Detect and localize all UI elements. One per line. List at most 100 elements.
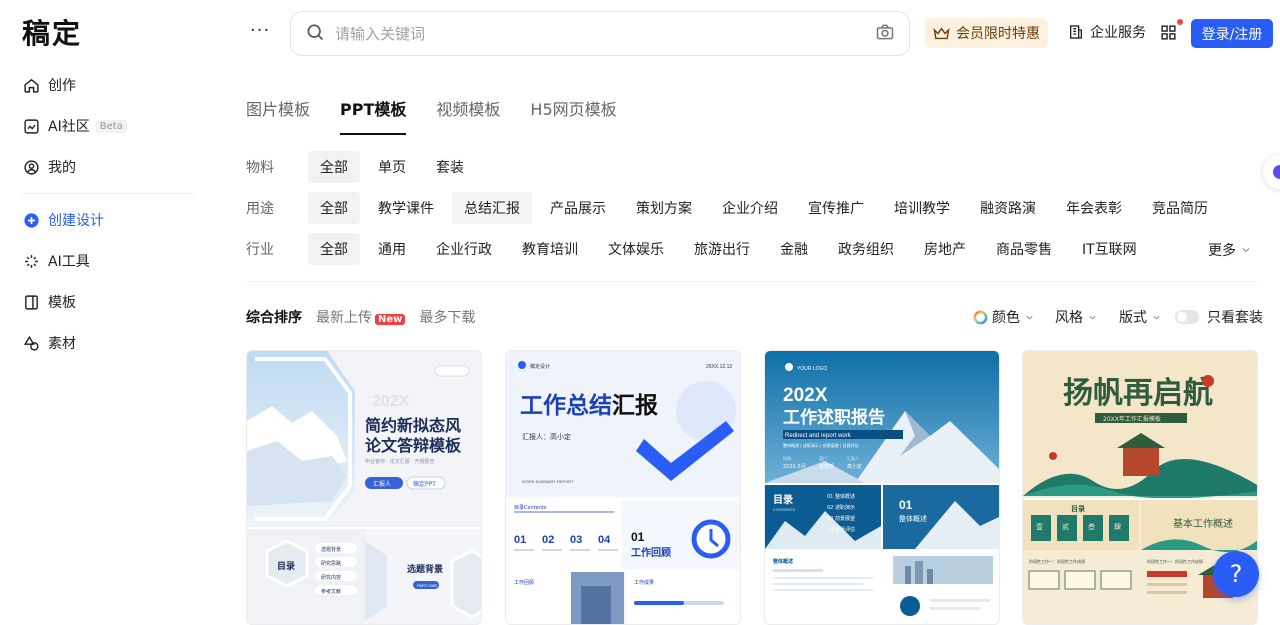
card-btn1: 汇报人: [373, 480, 391, 488]
filter-chip[interactable]: 竞品简历: [1140, 192, 1220, 224]
apps-grid-button[interactable]: [1160, 19, 1183, 45]
ai-community-icon: [22, 117, 40, 135]
card-box: 壹: [1036, 522, 1043, 531]
plus-circle-icon: [22, 211, 40, 229]
filter-chip[interactable]: 企业行政: [424, 233, 504, 265]
card-toc: 目录: [277, 561, 295, 572]
color-filter-dropdown[interactable]: 颜色: [973, 307, 1035, 327]
sidebar-divider: [22, 193, 194, 194]
card-meta-label: 部门: [819, 455, 827, 461]
camera-icon[interactable]: [875, 22, 895, 46]
card-part-num: 01: [631, 530, 645, 544]
filter-chip[interactable]: 教学课件: [366, 192, 446, 224]
tab-h5-templates[interactable]: H5网页模板: [530, 96, 616, 132]
filter-chip[interactable]: 政务组织: [826, 233, 906, 265]
section-divider: [246, 281, 1258, 282]
chevron-down-icon: [1242, 248, 1250, 253]
side-floating-button[interactable]: [1263, 155, 1280, 189]
chevron-down-icon: [1089, 315, 1096, 320]
filter-chip[interactable]: 策划方案: [624, 192, 704, 224]
sidebar-item-create-design[interactable]: 创建设计: [22, 205, 104, 235]
enterprise-service-button[interactable]: 企业服务: [1068, 22, 1146, 42]
card-en: Redirect and report work: [785, 433, 852, 439]
card-title-line1: 简约新拟态风: [365, 416, 461, 435]
search-icon: [305, 22, 325, 46]
filter-chip[interactable]: 通用: [366, 233, 418, 265]
filter-label: 用途: [246, 201, 274, 217]
filter-chip[interactable]: 培训教学: [882, 192, 962, 224]
help-button[interactable]: ?: [1213, 551, 1259, 597]
filter-chip[interactable]: 套装: [424, 151, 476, 183]
card-section: 选题背景: [407, 563, 443, 575]
sort-composite[interactable]: 综合排序: [246, 307, 302, 327]
sidebar-item-ai-tools[interactable]: AI工具: [22, 246, 90, 276]
filter-chip[interactable]: 房地产: [912, 233, 978, 265]
sidebar-item-label: 创建设计: [48, 213, 104, 229]
search-bar[interactable]: 请输入关键词: [290, 11, 910, 56]
filter-chip[interactable]: 旅游出行: [682, 233, 762, 265]
template-card[interactable]: 稿定设计 20XX.12.12 工作总结 汇报 汇报人：高小定 WORK SUM…: [505, 350, 741, 625]
more-menu-button[interactable]: ···: [250, 20, 270, 41]
template-card[interactable]: YOUR LOGO 202X 工作述职报告 Redirect and repor…: [764, 350, 1000, 625]
topbar: ··· 请输入关键词 会员限时特惠 企业服务 登录/注册: [210, 0, 1280, 66]
search-input[interactable]: 请输入关键词: [335, 23, 875, 44]
filter-chip[interactable]: IT互联网: [1070, 233, 1149, 265]
filter-chip[interactable]: 文体娱乐: [596, 233, 676, 265]
tab-ppt-templates[interactable]: PPT模板: [340, 96, 407, 135]
filter-chip[interactable]: 年会表彰: [1054, 192, 1134, 224]
sort-most-downloaded[interactable]: 最多下载: [419, 307, 475, 327]
login-register-button[interactable]: 登录/注册: [1191, 19, 1273, 48]
tab-image-templates[interactable]: 图片模板: [246, 96, 310, 132]
more-industries-button[interactable]: 更多: [1208, 240, 1252, 260]
tab-video-templates[interactable]: 视频模板: [436, 96, 500, 132]
sidebar-item-materials[interactable]: 素材: [22, 328, 76, 358]
filter-chip[interactable]: 金融: [768, 233, 820, 265]
sort-newest[interactable]: 最新上传 New: [316, 307, 406, 327]
filter-chip[interactable]: 总结汇报: [452, 192, 532, 224]
filter-chip[interactable]: 全部: [308, 151, 360, 183]
toggle-switch[interactable]: [1175, 310, 1199, 324]
sidebar-item-create[interactable]: 创作: [22, 70, 76, 100]
card-meta-label: 汇报人: [847, 455, 859, 461]
filter-chip[interactable]: 企业介绍: [710, 192, 790, 224]
grid-icon: [1161, 25, 1176, 40]
filter-chip[interactable]: 商品零售: [984, 233, 1064, 265]
card-num: 01: [514, 534, 526, 546]
layout-filter-dropdown[interactable]: 版式: [1119, 307, 1162, 327]
brand-logo[interactable]: 稿定: [22, 12, 82, 52]
sidebar-item-templates[interactable]: 模板: [22, 287, 76, 317]
card-part-num: 01: [899, 498, 913, 512]
card-contents: 目录Contents: [514, 504, 547, 511]
filter-chip[interactable]: 融资路演: [968, 192, 1048, 224]
card-toc-item: 选题背景: [321, 546, 341, 553]
card-box: 贰: [1062, 522, 1069, 531]
chevron-down-icon: [1153, 315, 1160, 320]
filter-chip[interactable]: 全部: [308, 192, 360, 224]
filter-chip[interactable]: 产品展示: [538, 192, 618, 224]
style-filter-dropdown[interactable]: 风格: [1055, 307, 1098, 327]
filter-chip[interactable]: 宣传推广: [796, 192, 876, 224]
template-thumbnail: 202X 简约新拟态风 论文答辩模板 毕业答辩 · 论文汇报 · 开题报告 汇报…: [247, 351, 481, 624]
card-toc-item: 参考文献: [321, 588, 341, 595]
card-title-line2: 论文答辩模板: [365, 436, 462, 455]
card-en: WORK SUMMARY REPORT: [522, 479, 574, 484]
sidebar-item-mine[interactable]: 我的: [22, 152, 76, 182]
card-part-title: 工作回顾: [631, 546, 671, 559]
card-toc-en: CONTENTS: [773, 507, 795, 512]
building-icon: [1070, 25, 1082, 39]
set-only-toggle[interactable]: 只看套装: [1175, 307, 1263, 327]
card-box: 叁: [1088, 522, 1095, 531]
template-card[interactable]: 202X 简约新拟态风 论文答辩模板 毕业答辩 · 论文汇报 · 开题报告 汇报…: [246, 350, 482, 625]
filter-chip[interactable]: 单页: [366, 151, 418, 183]
sidebar-item-ai-community[interactable]: AI社区 Beta: [22, 111, 127, 141]
filter-chip[interactable]: 全部: [308, 233, 360, 265]
card-title-a: 202X: [783, 385, 828, 406]
vip-promo-button[interactable]: 会员限时特惠: [925, 18, 1048, 48]
card-section: 基本工作概述: [1173, 517, 1233, 530]
card-toc: 目录: [1071, 505, 1085, 513]
card-meta-value: 运营部: [819, 463, 834, 470]
sort-bar: 综合排序 最新上传 New 最多下载: [246, 307, 489, 327]
template-icon: [22, 293, 40, 311]
filter-chip[interactable]: 教育培训: [510, 233, 590, 265]
card-toc-item: 04 自我评估: [827, 526, 855, 533]
